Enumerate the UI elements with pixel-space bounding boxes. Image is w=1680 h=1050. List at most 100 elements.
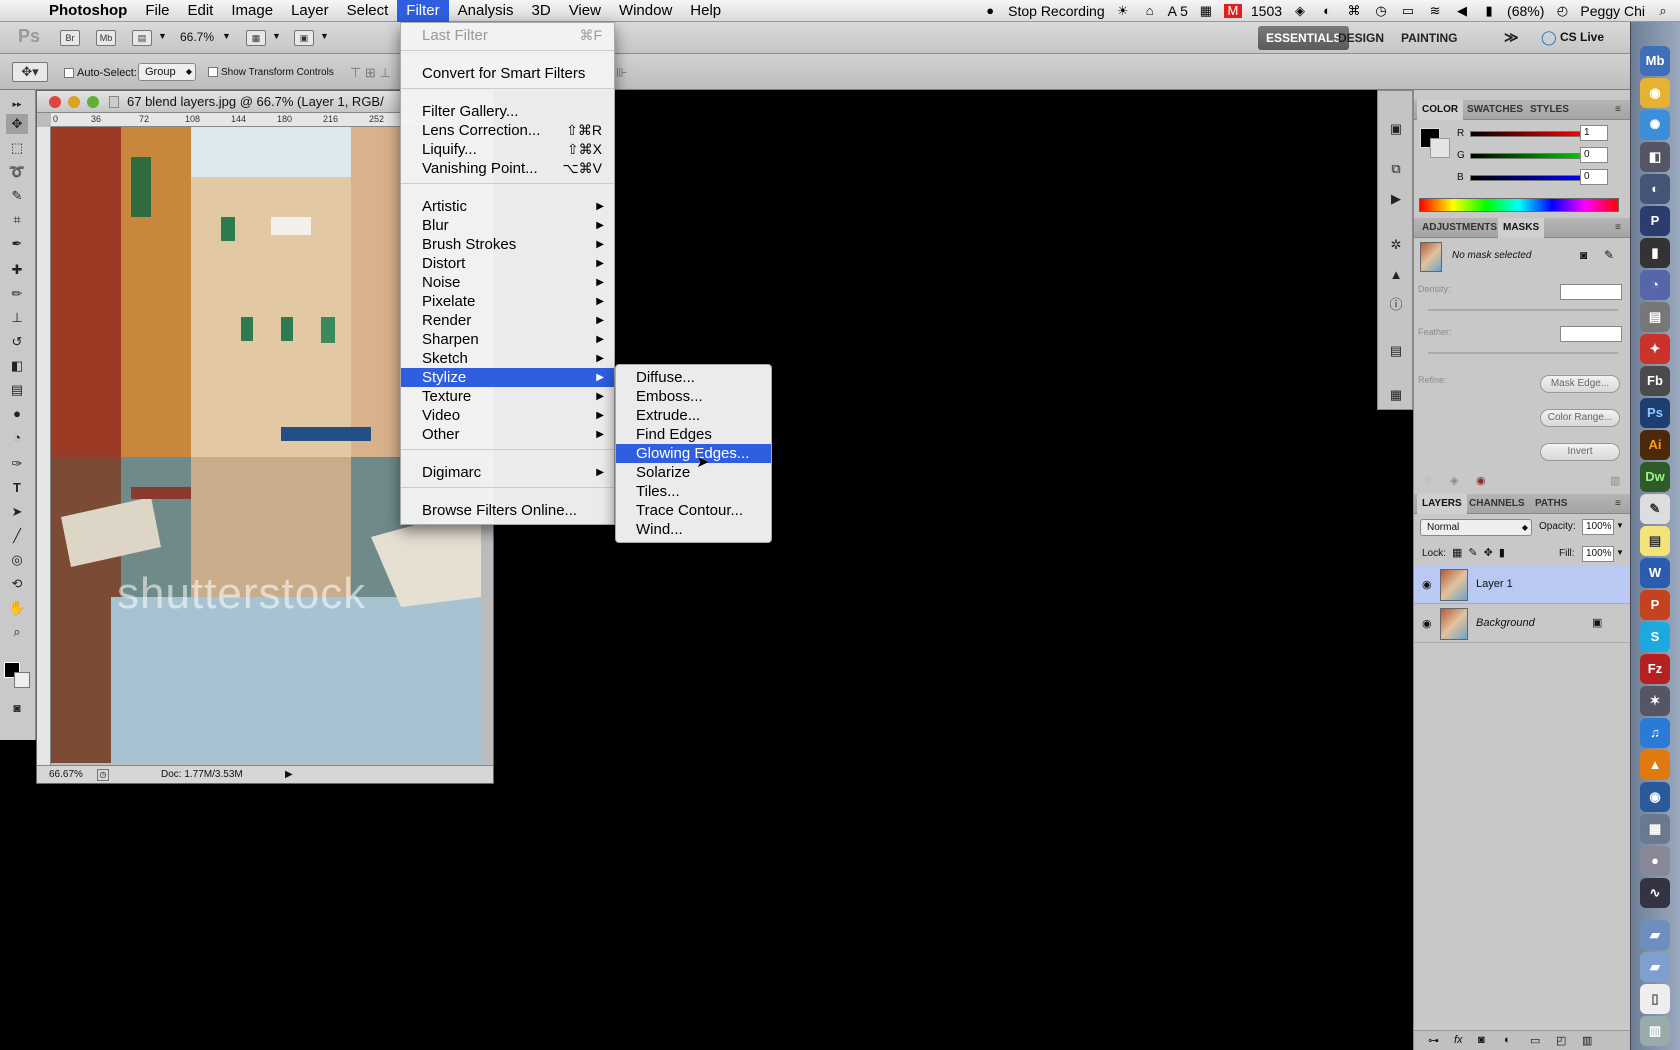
menu-image[interactable]: Image (222, 0, 282, 22)
zoom-tool-icon[interactable]: ⌕ (6, 622, 28, 642)
zoom-window-icon[interactable] (87, 96, 99, 108)
dock-finder-icon[interactable]: ◐ (1640, 174, 1670, 204)
dock-acrobat-icon[interactable]: ✦ (1640, 334, 1670, 364)
close-window-icon[interactable] (49, 96, 61, 108)
status-zoom[interactable]: 66.67% (49, 766, 83, 784)
eyedropper-tool-icon[interactable]: ✒ (6, 234, 28, 254)
zoom-dropdown-icon[interactable]: ▼ (222, 31, 231, 41)
submenu-item-trace-contour[interactable]: Trace Contour... (616, 501, 771, 520)
menu-item-blur[interactable]: Blur ▶ (401, 216, 614, 235)
script-icon[interactable]: ⌘ (1345, 4, 1363, 18)
spotlight-icon[interactable]: ⌕ (1654, 4, 1672, 18)
new-layer-icon[interactable]: ◰ (1556, 1034, 1566, 1047)
crop-tool-icon[interactable]: ⌗ (6, 210, 28, 230)
lasso-tool-icon[interactable]: ➰ (6, 162, 28, 182)
cslive-icon[interactable]: ◯ (1541, 29, 1557, 46)
disable-mask-icon[interactable]: ◉ (1476, 474, 1486, 487)
dock-quicktime-icon[interactable]: ◉ (1640, 782, 1670, 812)
screen-mode-button[interactable]: ▣ (294, 30, 314, 46)
link-layers-icon[interactable]: ⊶ (1428, 1034, 1439, 1047)
shape-tool-icon[interactable]: ╱ (6, 526, 28, 546)
wifi-icon[interactable]: ≋ (1426, 4, 1444, 18)
dock-documents-folder-icon[interactable]: ▰ (1640, 952, 1670, 982)
notes-panel-icon[interactable]: ▦ (1385, 385, 1407, 405)
menu-analysis[interactable]: Analysis (449, 0, 523, 22)
menu-item-convert-smart-filters[interactable]: Convert for Smart Filters (401, 64, 614, 83)
zoom-level[interactable]: 66.7% (180, 30, 214, 44)
menu-filter[interactable]: Filter (397, 0, 449, 22)
menu-item-video[interactable]: Video ▶ (401, 406, 614, 425)
menu-item-sharpen[interactable]: Sharpen ▶ (401, 330, 614, 349)
dock-stickies-icon[interactable]: ▤ (1640, 526, 1670, 556)
bank-icon[interactable]: ⌂ (1141, 4, 1159, 18)
dock-preview-icon[interactable]: ◧ (1640, 142, 1670, 172)
dock-filezilla-icon[interactable]: Fz (1640, 654, 1670, 684)
invert-button[interactable]: Invert (1540, 443, 1620, 461)
timemachine-icon[interactable]: ◷ (1372, 4, 1390, 18)
minimize-window-icon[interactable] (68, 96, 80, 108)
menu-item-last-filter[interactable]: Last Filter ⌘F (401, 26, 614, 45)
feather-field[interactable] (1560, 326, 1622, 342)
record-icon[interactable]: ● (981, 4, 999, 18)
panel-menu-icon[interactable]: ≡ (1610, 494, 1626, 514)
history-panel-icon[interactable]: ⧉ (1385, 159, 1407, 179)
gradient-tool-icon[interactable]: ▤ (6, 380, 28, 400)
brush-tool-icon[interactable]: ✏ (6, 284, 28, 304)
dock-terminal-icon[interactable]: ▮ (1640, 238, 1670, 268)
clone-stamp-tool-icon[interactable]: ⊥ (6, 308, 28, 328)
dock-minibridge-icon[interactable]: Mb (1640, 46, 1670, 76)
menu-item-browse-filters-online[interactable]: Browse Filters Online... (401, 501, 614, 520)
auto-select-checkbox[interactable]: Auto-Select: (64, 67, 137, 79)
background-color-swatch[interactable] (14, 672, 30, 688)
stop-recording-label[interactable]: Stop Recording (1008, 3, 1105, 19)
menu-item-vanishing-point[interactable]: Vanishing Point... ⌥⌘V (401, 159, 614, 178)
dock-chrome-icon[interactable]: ◉ (1640, 78, 1670, 108)
density-slider[interactable] (1428, 309, 1618, 311)
tab-paths[interactable]: PATHS (1530, 494, 1572, 514)
menu-item-stylize[interactable]: Stylize ▶ (401, 368, 614, 387)
tab-channels[interactable]: CHANNELS (1464, 494, 1530, 514)
user-name[interactable]: Peggy Chi (1580, 3, 1645, 19)
clock-icon[interactable]: ◴ (1553, 4, 1571, 18)
chevron-down-icon[interactable]: ▼ (158, 31, 167, 41)
healing-brush-tool-icon[interactable]: ✚ (6, 260, 28, 280)
brightness-icon[interactable]: ☀ (1114, 4, 1132, 18)
load-selection-icon[interactable]: ◌ (1424, 474, 1431, 486)
dock-vlc-icon[interactable]: ▲ (1640, 750, 1670, 780)
visibility-eye-icon[interactable]: ◉ (1422, 578, 1432, 591)
adjustment-layer-icon[interactable]: ◐ (1504, 1034, 1511, 1046)
layer-row-background[interactable]: ◉ Background ▣ (1414, 605, 1631, 643)
menu-view[interactable]: View (560, 0, 610, 22)
dock-itunes-icon[interactable]: ♫ (1640, 718, 1670, 748)
opacity-field[interactable]: 100% (1582, 519, 1614, 535)
workspace-design[interactable]: DESIGN (1330, 26, 1392, 50)
red-slider[interactable] (1470, 131, 1582, 137)
more-workspaces-button[interactable]: ≫ (1496, 25, 1527, 49)
color-range-button[interactable]: Color Range... (1540, 409, 1620, 427)
background-swatch[interactable] (1430, 138, 1450, 158)
dock-file-icon[interactable]: ▯ (1640, 984, 1670, 1014)
info-panel-icon[interactable]: ⓘ (1385, 295, 1407, 315)
menu-item-other[interactable]: Other ▶ (401, 425, 614, 444)
menu-layer[interactable]: Layer (282, 0, 338, 22)
dock-powerpoint-icon[interactable]: P (1640, 590, 1670, 620)
menu-file[interactable]: File (136, 0, 178, 22)
dock-photoshop-icon[interactable]: Ps (1640, 398, 1670, 428)
distribute-icon[interactable]: ⊪ (616, 65, 627, 81)
menu-item-noise[interactable]: Noise ▶ (401, 273, 614, 292)
color-spectrum-bar[interactable] (1419, 198, 1619, 212)
menu-item-sketch[interactable]: Sketch ▶ (401, 349, 614, 368)
menu-item-pixelate[interactable]: Pixelate ▶ (401, 292, 614, 311)
dodge-tool-icon[interactable]: ◔ (6, 428, 28, 448)
menu-3d[interactable]: 3D (523, 0, 560, 22)
blue-value[interactable]: 0 (1580, 169, 1608, 185)
dock-trash-icon[interactable]: ▥ (1640, 1016, 1670, 1046)
red-value[interactable]: 1 (1580, 125, 1608, 141)
pen-tool-icon[interactable]: ✑ (6, 454, 28, 474)
arrange-dropdown-icon[interactable]: ▼ (272, 31, 281, 41)
moon-icon[interactable]: ◐ (1318, 4, 1336, 18)
move-tool-icon[interactable]: ✥ (6, 114, 28, 134)
workspace-painting[interactable]: PAINTING (1393, 26, 1465, 50)
tab-layers[interactable]: LAYERS (1417, 494, 1467, 514)
3d-orbit-tool-icon[interactable]: ⟲ (6, 574, 28, 594)
